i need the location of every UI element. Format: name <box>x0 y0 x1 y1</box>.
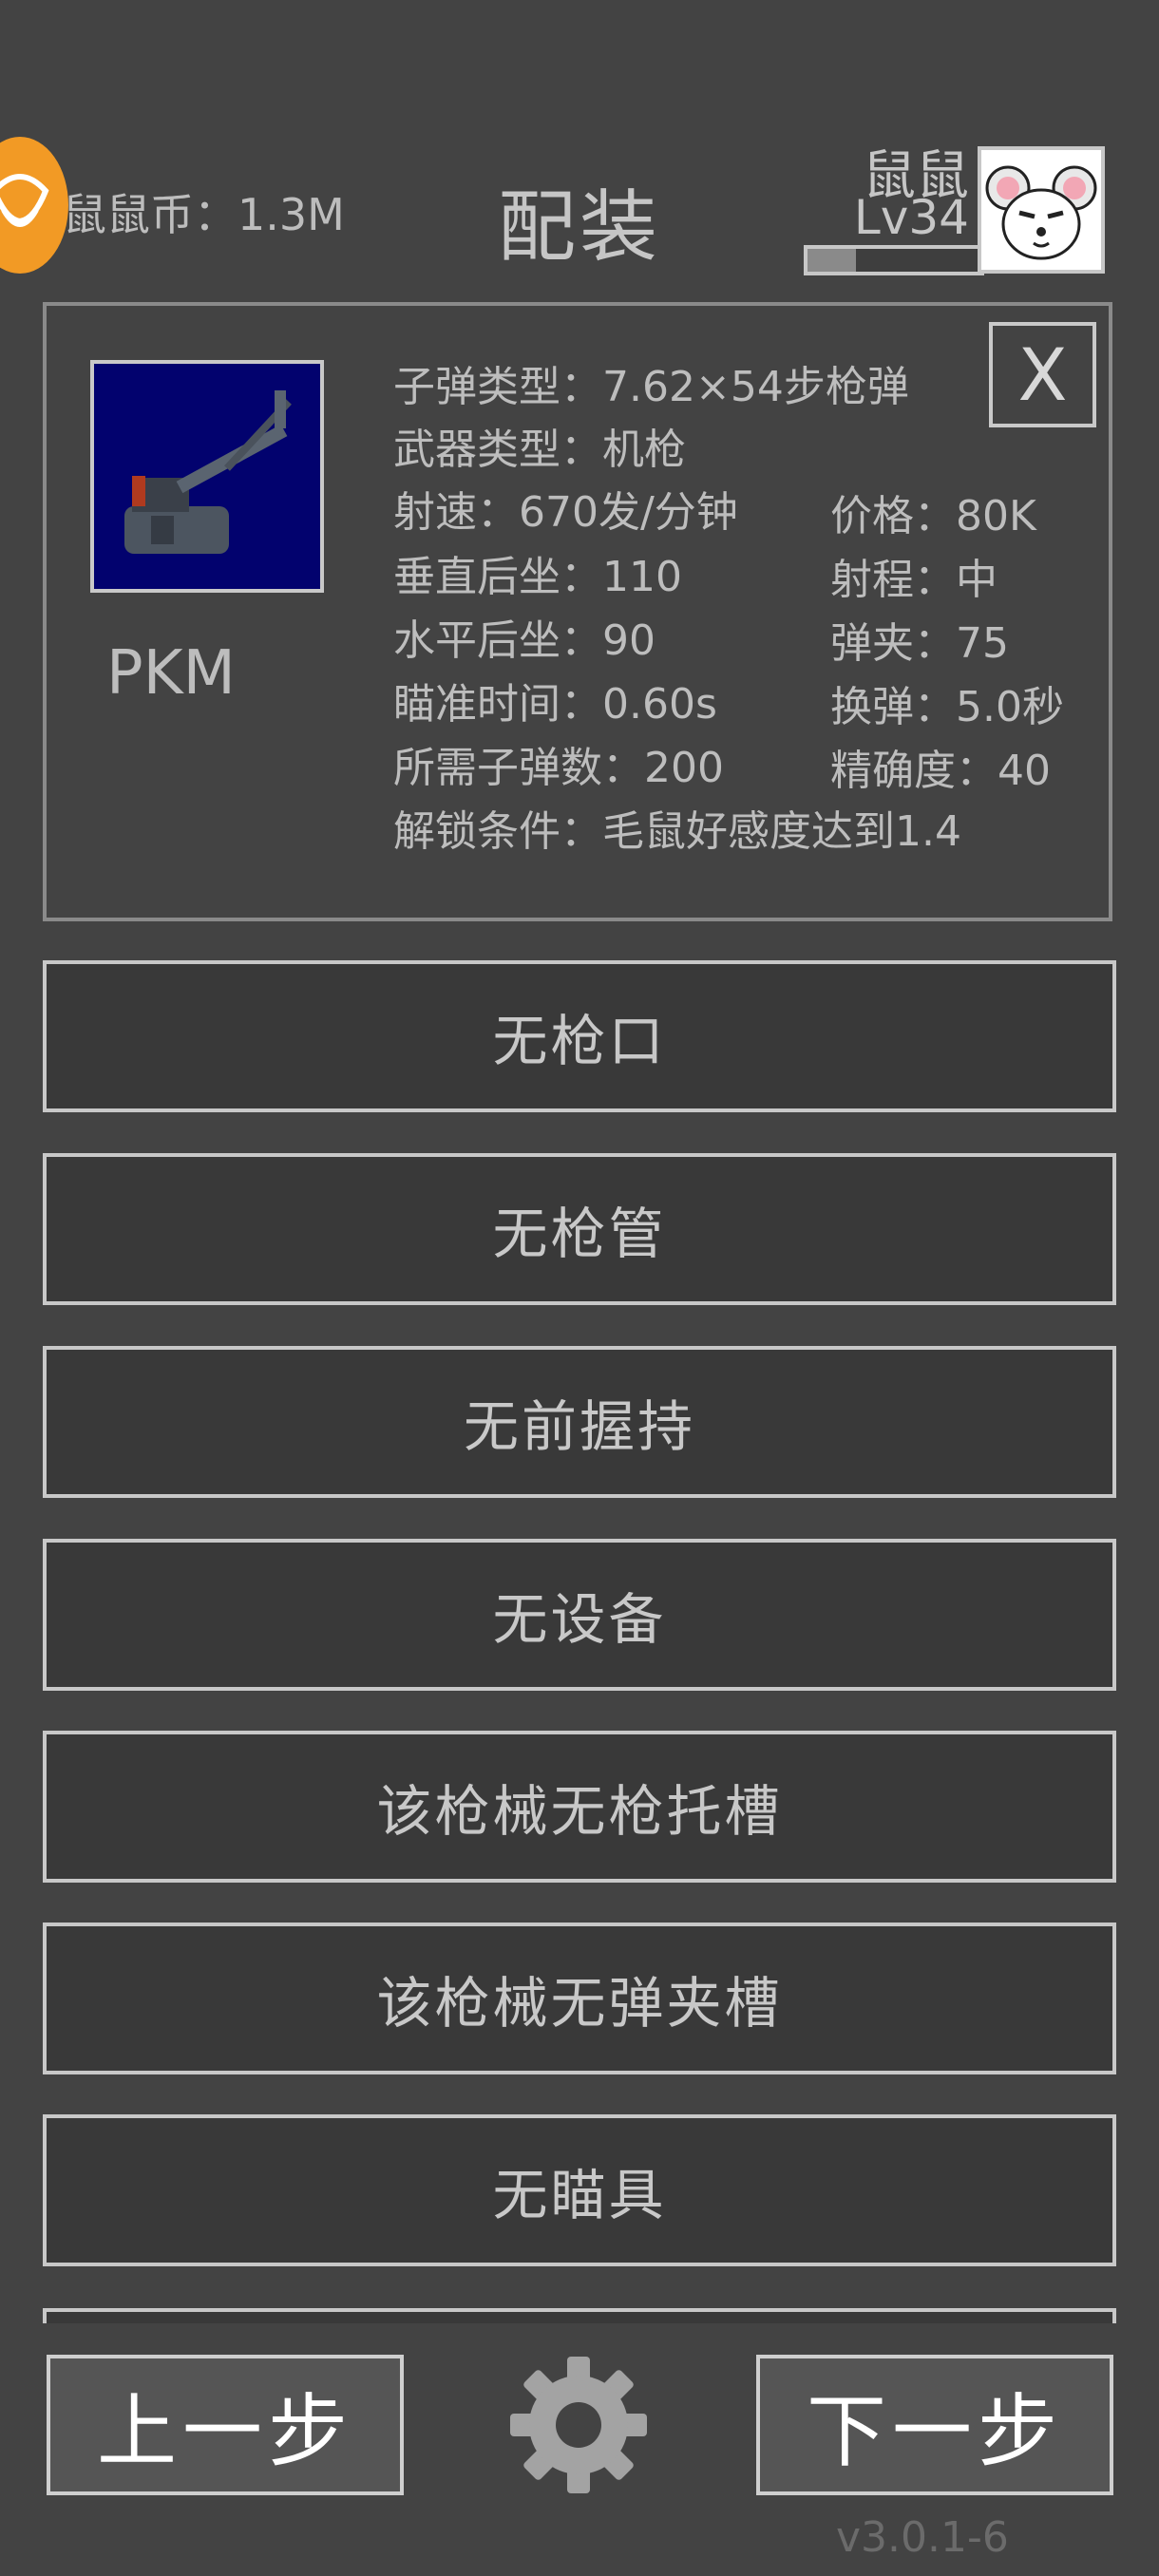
stat-vertical-recoil: 垂直后坐：110 <box>393 553 682 601</box>
stat-weapon-type: 武器类型：机枪 <box>393 426 686 474</box>
xp-progress-bar <box>804 245 984 275</box>
slot-device-button[interactable]: 无设备 <box>43 1539 1116 1691</box>
previous-step-button[interactable]: 上一步 <box>47 2355 404 2495</box>
stat-range: 射程：中 <box>830 556 998 604</box>
slot-muzzle-button[interactable]: 无枪口 <box>43 960 1116 1112</box>
slot-magazine-button[interactable]: 该枪械无弹夹槽 <box>43 1923 1116 2074</box>
next-step-button[interactable]: 下一步 <box>756 2355 1113 2495</box>
stat-magazine: 弹夹：75 <box>830 619 1009 668</box>
version-label: v3.0.1-6 <box>836 2513 1009 2562</box>
player-level: Lv34 <box>853 190 969 245</box>
close-button[interactable]: X <box>989 322 1096 427</box>
gear-icon[interactable] <box>509 2356 648 2494</box>
stat-accuracy: 精确度：40 <box>830 747 1051 795</box>
stat-required-ammo: 所需子弹数：200 <box>393 744 724 792</box>
weapon-name: PKM <box>106 638 236 709</box>
stat-aim-time: 瞄准时间：0.60s <box>393 680 717 729</box>
weapon-image <box>90 360 324 593</box>
stat-price: 价格：80K <box>830 492 1036 540</box>
slot-foregrip-button[interactable]: 无前握持 <box>43 1346 1116 1498</box>
stat-reload: 换弹：5.0秒 <box>830 683 1064 731</box>
stat-horizontal-recoil: 水平后坐：90 <box>393 616 656 665</box>
xp-progress-fill <box>808 249 856 272</box>
slot-sight-button[interactable]: 无瞄具 <box>43 2114 1116 2266</box>
slot-barrel-button[interactable]: 无枪管 <box>43 1153 1116 1305</box>
stat-ammo-type: 子弹类型：7.62×54步枪弹 <box>393 363 909 411</box>
stat-unlock-condition: 解锁条件：毛鼠好感度达到1.4 <box>393 807 961 856</box>
slot-list-scroll-edge <box>43 2308 1116 2323</box>
avatar[interactable] <box>978 146 1105 274</box>
stat-fire-rate: 射速：670发/分钟 <box>393 488 738 537</box>
slot-stock-button[interactable]: 该枪械无枪托槽 <box>43 1731 1116 1883</box>
